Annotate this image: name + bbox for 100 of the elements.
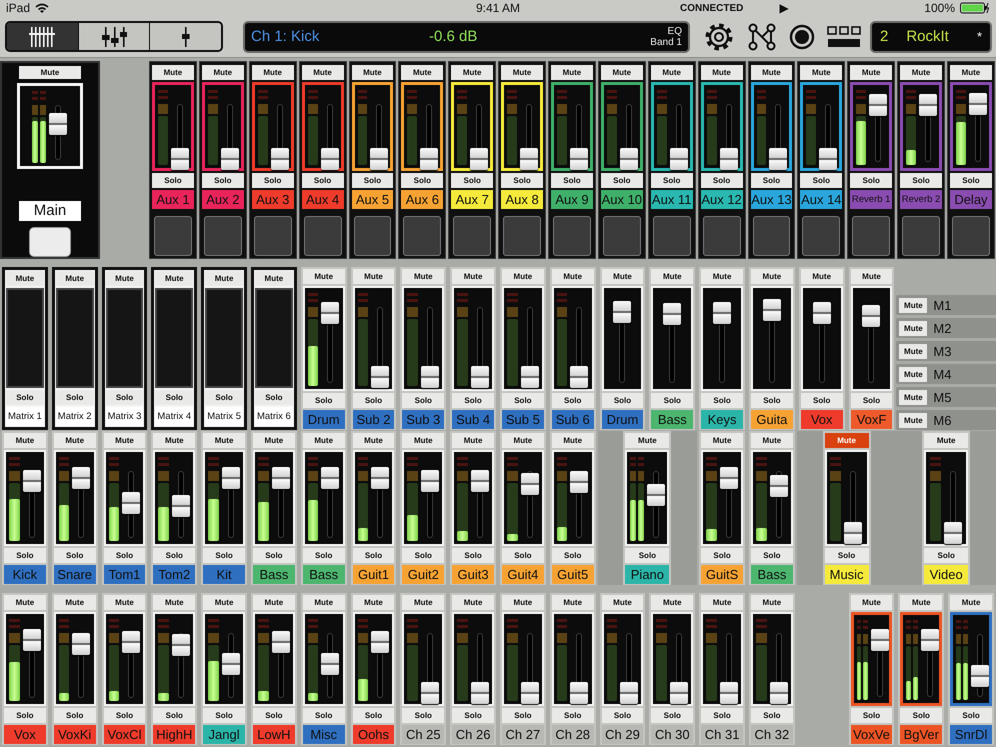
fader-handle[interactable] xyxy=(871,629,890,651)
mute-button[interactable]: Mute xyxy=(402,433,444,448)
fader-handle[interactable] xyxy=(663,303,682,326)
mute-button[interactable]: Mute xyxy=(401,65,444,80)
solo-button[interactable]: Solo xyxy=(700,173,742,188)
solo-button[interactable]: Solo xyxy=(252,548,295,563)
mute-button[interactable]: Mute xyxy=(302,433,345,448)
mute-button[interactable]: Mute xyxy=(899,344,928,358)
fader-handle[interactable] xyxy=(620,682,638,704)
routing-icon[interactable] xyxy=(747,22,777,52)
mute-button[interactable]: Mute xyxy=(352,65,394,80)
mute-button[interactable]: Mute xyxy=(899,298,928,312)
solo-button[interactable]: Solo xyxy=(352,393,394,408)
solo-button[interactable]: Solo xyxy=(900,708,942,723)
solo-button[interactable]: Solo xyxy=(451,173,494,188)
solo-button[interactable]: Solo xyxy=(252,173,294,188)
fader-handle[interactable] xyxy=(921,629,940,651)
fader-handle[interactable] xyxy=(272,467,290,489)
mute-button[interactable]: Mute xyxy=(900,65,942,80)
solo-button[interactable]: Solo xyxy=(402,548,444,563)
solo-button[interactable]: Solo xyxy=(750,548,793,563)
fader-handle[interactable] xyxy=(670,682,688,704)
solo-button[interactable]: Solo xyxy=(701,548,743,563)
solo-button[interactable]: Solo xyxy=(254,390,293,405)
fader-handle[interactable] xyxy=(819,148,838,170)
fader-handle[interactable] xyxy=(812,302,831,324)
mute-button[interactable]: Mute xyxy=(203,595,245,610)
fader-handle[interactable] xyxy=(570,682,588,704)
solo-button[interactable]: Solo xyxy=(701,708,743,723)
record-icon[interactable] xyxy=(789,24,815,50)
fader-handle[interactable] xyxy=(371,467,390,489)
mute-button[interactable]: Mute xyxy=(850,595,892,610)
fader-handle[interactable] xyxy=(762,298,781,321)
fader-handle[interactable] xyxy=(420,148,438,170)
solo-button[interactable]: Solo xyxy=(352,548,394,563)
mute-button[interactable]: Mute xyxy=(203,433,245,448)
solo-button[interactable]: Solo xyxy=(552,708,594,723)
fader-handle[interactable] xyxy=(670,148,688,170)
play-button[interactable]: ▶ xyxy=(779,1,788,15)
fader-handle[interactable] xyxy=(769,148,788,170)
mute-button[interactable]: Mute xyxy=(152,65,194,80)
solo-button[interactable]: Solo xyxy=(600,173,643,188)
mute-button[interactable]: Mute xyxy=(302,65,344,80)
solo-button[interactable]: Solo xyxy=(153,708,196,723)
mute-button[interactable]: Mute xyxy=(254,271,293,286)
mute-button[interactable]: Mute xyxy=(56,271,94,286)
solo-button[interactable]: Solo xyxy=(850,173,892,188)
solo-button[interactable]: Solo xyxy=(54,548,96,563)
mute-button[interactable]: Mute xyxy=(899,366,928,382)
solo-button[interactable]: Solo xyxy=(252,708,295,723)
fader-handle[interactable] xyxy=(321,653,340,676)
view-tab[interactable] xyxy=(78,23,150,50)
solo-button[interactable]: Solo xyxy=(552,548,594,563)
solo-button[interactable]: Solo xyxy=(56,390,94,405)
layout-icon[interactable] xyxy=(827,26,861,48)
solo-button[interactable]: Solo xyxy=(502,393,544,408)
mute-button[interactable]: Mute xyxy=(252,595,295,610)
mute-button[interactable]: Mute xyxy=(153,433,196,448)
fader-handle[interactable] xyxy=(272,630,290,653)
mute-button[interactable]: Mute xyxy=(899,412,928,428)
mute-button[interactable]: Mute xyxy=(701,433,743,448)
fader-handle[interactable] xyxy=(420,470,439,492)
mute-button[interactable]: Mute xyxy=(552,269,594,284)
mute-button[interactable]: Mute xyxy=(155,271,194,286)
fader-handle[interactable] xyxy=(420,366,439,388)
mute-button[interactable]: Mute xyxy=(4,595,46,610)
solo-button[interactable]: Solo xyxy=(950,173,992,188)
fader-handle[interactable] xyxy=(968,92,987,114)
fader-handle[interactable] xyxy=(122,630,140,653)
mute-button[interactable]: Mute xyxy=(750,433,793,448)
fader-handle[interactable] xyxy=(72,632,90,655)
solo-button[interactable]: Solo xyxy=(402,708,444,723)
solo-button[interactable]: Solo xyxy=(650,173,693,188)
mute-button[interactable]: Mute xyxy=(252,65,294,80)
fader-handle[interactable] xyxy=(321,467,340,489)
mute-button[interactable]: Mute xyxy=(501,65,543,80)
solo-button[interactable]: Solo xyxy=(152,173,194,188)
mute-button[interactable]: Mute xyxy=(899,320,928,336)
fader-handle[interactable] xyxy=(770,682,788,704)
mute-button[interactable]: Mute xyxy=(4,433,46,448)
solo-button[interactable]: Solo xyxy=(502,548,544,563)
solo-button[interactable]: Solo xyxy=(302,708,345,723)
settings-icon[interactable] xyxy=(703,20,735,52)
scene-display[interactable]: 2 RockIt * xyxy=(870,20,992,52)
mute-button[interactable]: Mute xyxy=(352,433,394,448)
solo-button[interactable]: Solo xyxy=(502,708,544,723)
fader-handle[interactable] xyxy=(844,522,862,544)
solo-button[interactable]: Solo xyxy=(6,390,44,405)
fader-handle[interactable] xyxy=(869,94,888,116)
fader-handle[interactable] xyxy=(720,682,738,704)
solo-button[interactable]: Solo xyxy=(750,708,793,723)
mute-button[interactable]: Mute xyxy=(452,595,494,610)
fader-handle[interactable] xyxy=(22,628,41,650)
fader-handle[interactable] xyxy=(470,148,488,170)
fader-handle[interactable] xyxy=(270,148,289,170)
fader-handle[interactable] xyxy=(613,300,632,323)
solo-button[interactable]: Solo xyxy=(402,393,444,408)
solo-button[interactable]: Solo xyxy=(750,173,792,188)
mute-button[interactable]: Mute xyxy=(651,595,694,610)
solo-button[interactable]: Solo xyxy=(352,173,394,188)
